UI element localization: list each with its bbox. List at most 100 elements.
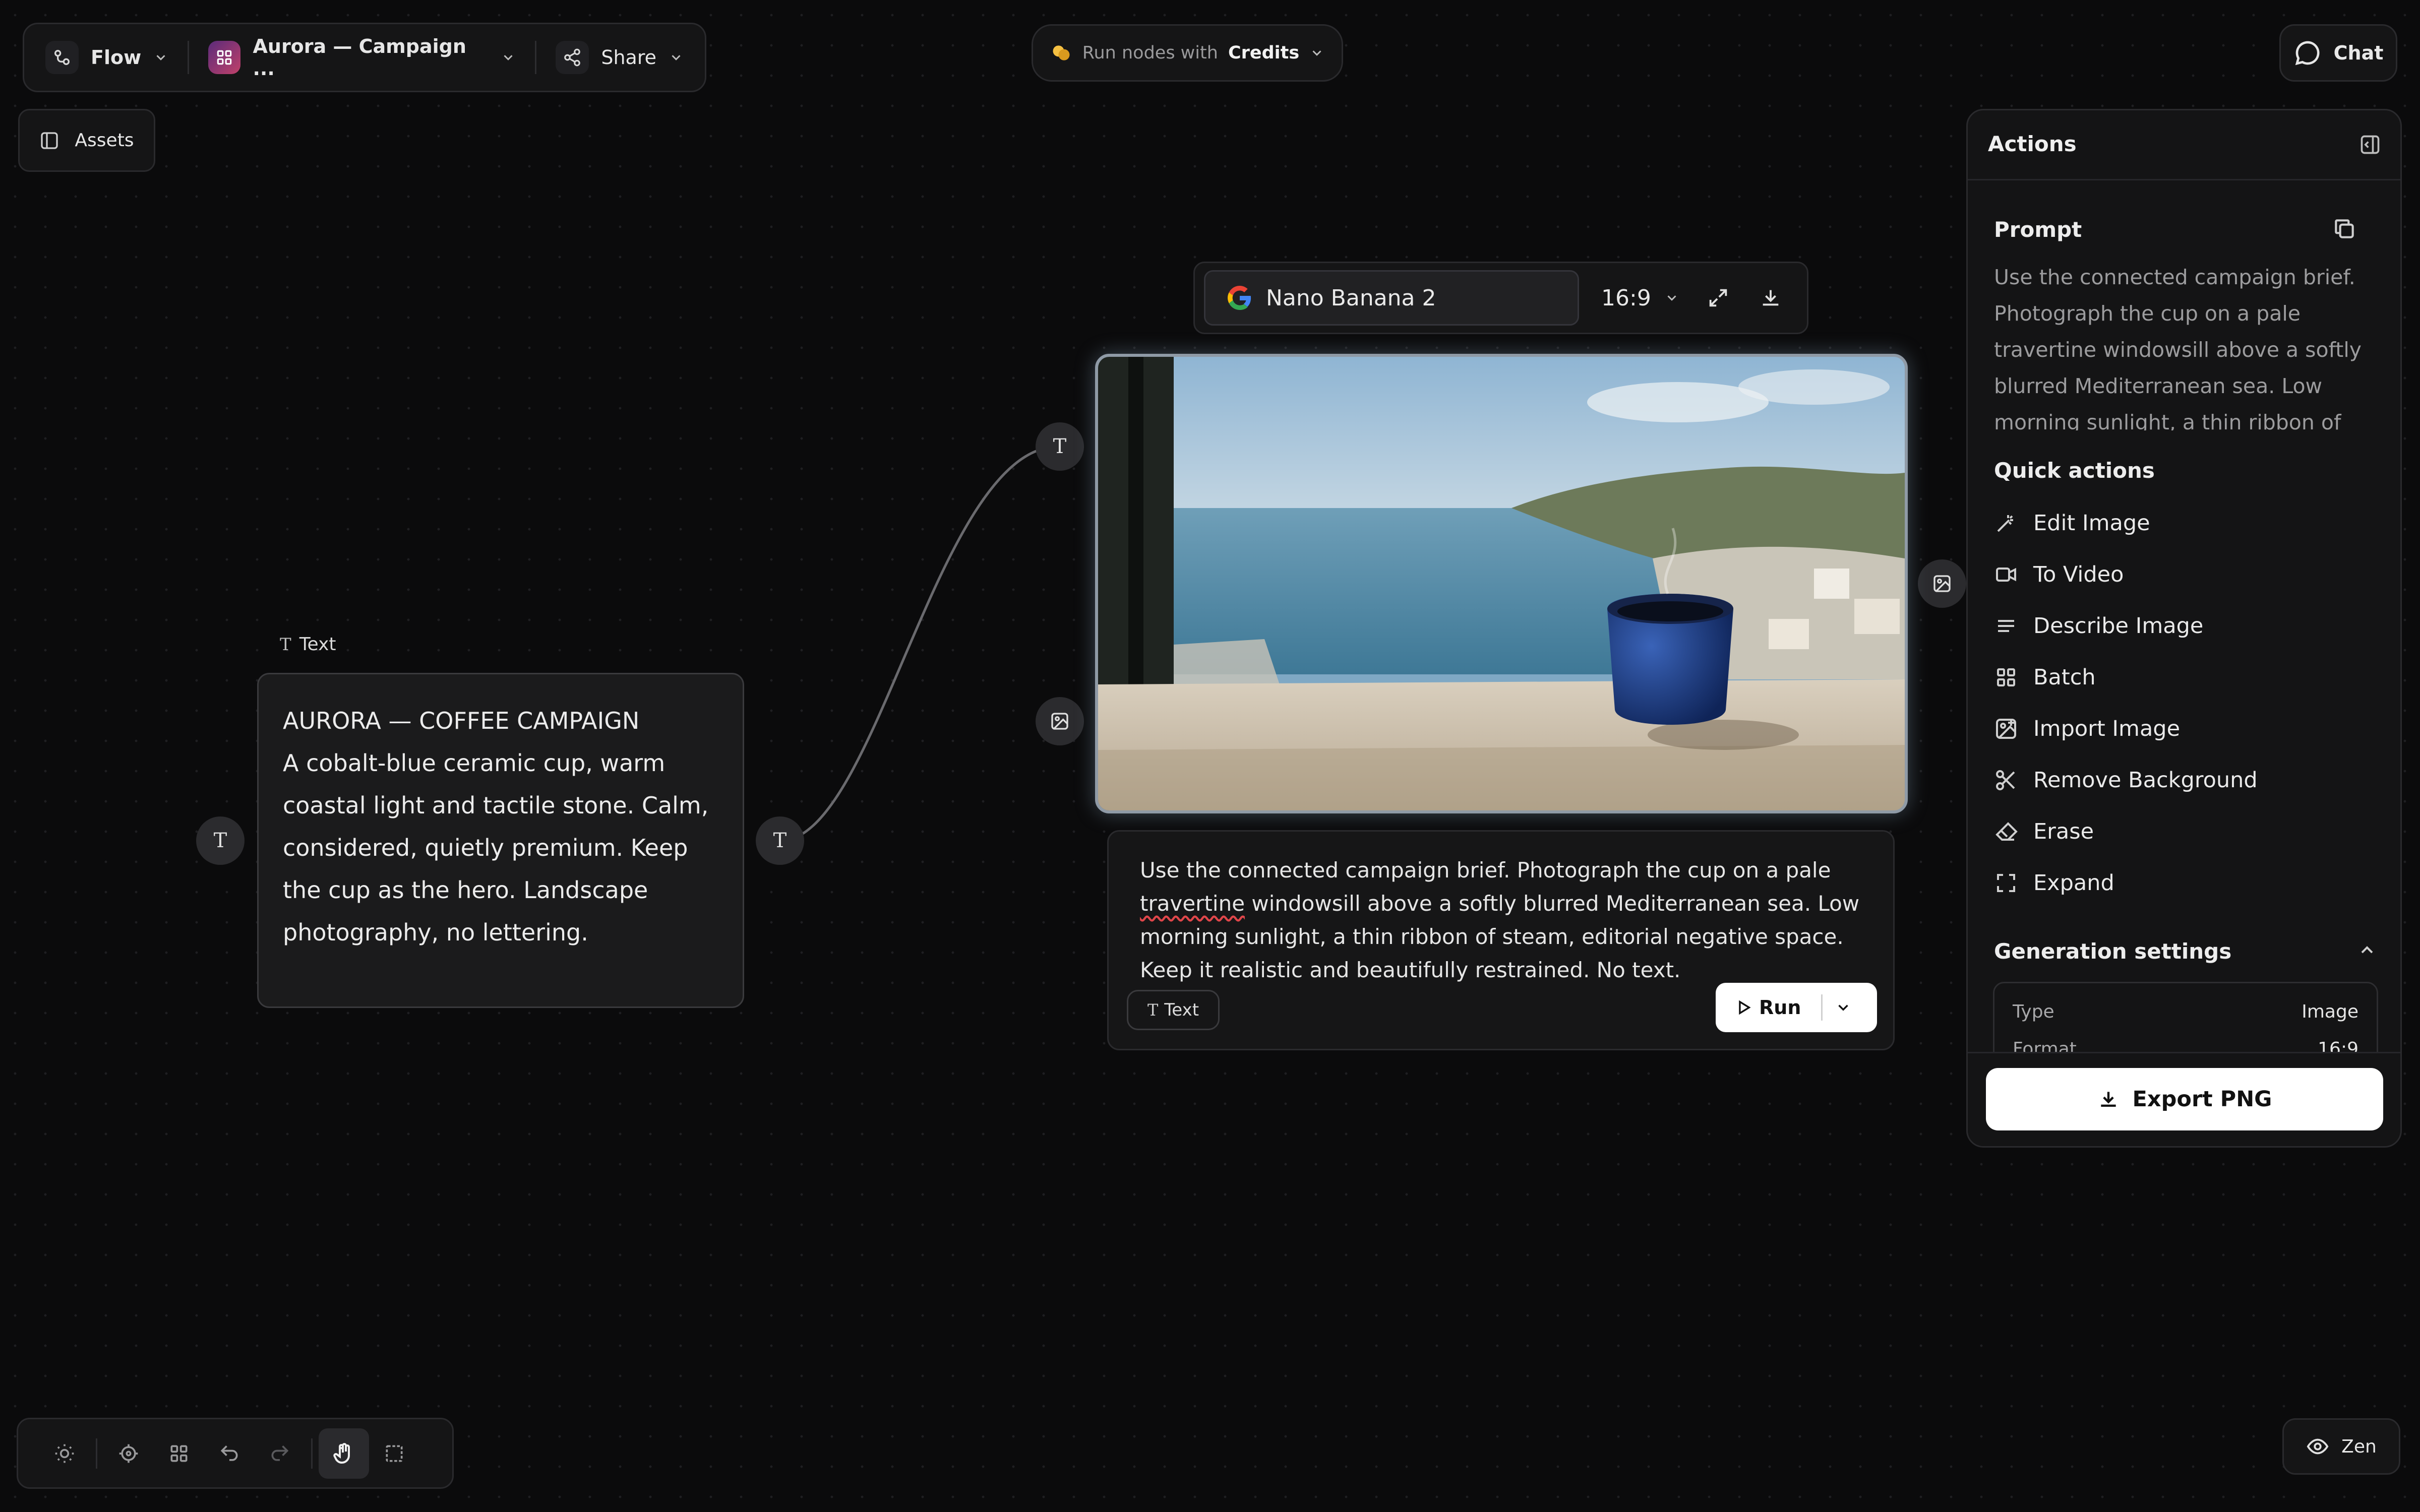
quick-action-label: Batch bbox=[2033, 665, 2096, 690]
model-name: Nano Banana 2 bbox=[1266, 285, 1436, 311]
text-output-handle[interactable]: T bbox=[756, 816, 804, 865]
export-png-button[interactable]: Export PNG bbox=[1986, 1068, 2383, 1130]
assets-label: Assets bbox=[75, 130, 134, 151]
share-label: Share bbox=[601, 46, 656, 69]
setting-type-key: Type bbox=[2013, 1001, 2054, 1022]
pan-tool-button[interactable] bbox=[319, 1428, 369, 1479]
toolbar-divider bbox=[188, 41, 190, 74]
actions-panel: Actions Prompt Use the connected campaig… bbox=[1966, 109, 2402, 1148]
text-type-icon: T bbox=[1053, 435, 1067, 458]
text-type-icon: T bbox=[280, 634, 291, 655]
run-button[interactable]: Run bbox=[1716, 983, 1877, 1032]
zen-label: Zen bbox=[2341, 1436, 2377, 1457]
quick-action-remove-background[interactable]: Remove Background bbox=[1994, 755, 2258, 805]
quick-action-erase[interactable]: Erase bbox=[1994, 806, 2094, 857]
quick-action-batch[interactable]: Batch bbox=[1994, 652, 2096, 703]
text-lines-icon bbox=[1994, 614, 2018, 638]
quick-action-label: Import Image bbox=[2033, 716, 2181, 741]
undo-button[interactable] bbox=[204, 1428, 255, 1479]
run-credits-prefix: Run nodes with bbox=[1082, 43, 1218, 63]
setting-type-value: Image bbox=[2302, 1001, 2358, 1022]
google-logo-icon bbox=[1228, 286, 1252, 310]
spellcheck-flagged-word: travertine bbox=[1140, 891, 1245, 916]
text-node-label: Text bbox=[299, 634, 336, 655]
aspect-ratio-value: 16:9 bbox=[1601, 285, 1651, 311]
quick-action-label: Edit Image bbox=[2033, 511, 2150, 536]
quick-action-label: Erase bbox=[2033, 819, 2094, 844]
bottom-toolbar bbox=[17, 1418, 454, 1489]
model-selector[interactable]: Nano Banana 2 bbox=[1204, 270, 1579, 326]
text-input-handle[interactable]: T bbox=[196, 816, 245, 865]
hand-icon bbox=[332, 1441, 356, 1466]
input-type-chip[interactable]: T Text bbox=[1127, 990, 1220, 1030]
eraser-icon bbox=[1994, 820, 2018, 844]
image-icon bbox=[1050, 711, 1070, 731]
image-node-text-input-handle[interactable]: T bbox=[1036, 422, 1084, 471]
grid-button[interactable] bbox=[154, 1428, 204, 1479]
flow-menu-button[interactable]: Flow bbox=[36, 32, 177, 83]
chevron-down-icon bbox=[669, 50, 684, 65]
crosshair-icon bbox=[117, 1442, 140, 1465]
text-node-card[interactable]: AURORA — COFFEE CAMPAIGN A cobalt-blue c… bbox=[257, 673, 744, 1008]
play-icon bbox=[1735, 999, 1752, 1016]
quick-action-import-image[interactable]: Import Image bbox=[1994, 704, 2180, 754]
image-node-image-input-handle[interactable] bbox=[1036, 697, 1084, 745]
image-plus-icon bbox=[1994, 717, 2018, 741]
image-node-prompt-card[interactable]: Use the connected campaign brief. Photog… bbox=[1107, 830, 1895, 1050]
run-button-divider bbox=[1821, 994, 1823, 1021]
sidebar-panel-icon bbox=[39, 131, 59, 151]
generated-image-illustration bbox=[1098, 357, 1905, 810]
project-name: Aurora — Campaign ... bbox=[253, 35, 466, 80]
zen-mode-button[interactable]: Zen bbox=[2282, 1418, 2400, 1475]
collapse-panel-icon[interactable] bbox=[2359, 134, 2381, 156]
run-credits-value: Credits bbox=[1228, 43, 1300, 63]
share-icon bbox=[556, 41, 589, 74]
quick-action-edit-image[interactable]: Edit Image bbox=[1994, 498, 2150, 548]
download-icon[interactable] bbox=[1759, 286, 1782, 309]
run-credits-selector[interactable]: Run nodes with Credits bbox=[1032, 24, 1343, 82]
quick-action-to-video[interactable]: To Video bbox=[1994, 549, 2124, 600]
toolbar-divider bbox=[535, 41, 537, 74]
focus-button[interactable] bbox=[103, 1428, 154, 1479]
prompt-heading: Prompt bbox=[1994, 217, 2082, 242]
select-tool-button[interactable] bbox=[369, 1428, 419, 1479]
redo-button[interactable] bbox=[255, 1428, 305, 1479]
share-button[interactable]: Share bbox=[547, 32, 693, 83]
quick-action-label: Remove Background bbox=[2033, 768, 2258, 793]
text-node-header: T Text bbox=[280, 634, 336, 655]
text-node-body: A cobalt-blue ceramic cup, warm coastal … bbox=[283, 749, 709, 946]
quick-action-label: Expand bbox=[2033, 870, 2114, 896]
quick-action-describe-image[interactable]: Describe Image bbox=[1994, 601, 2203, 651]
generation-settings-heading: Generation settings bbox=[1994, 939, 2232, 964]
chevron-down-icon bbox=[153, 50, 168, 65]
quick-action-expand[interactable]: Expand bbox=[1994, 858, 2114, 908]
generated-image[interactable] bbox=[1095, 354, 1908, 813]
theme-toggle-button[interactable] bbox=[39, 1428, 90, 1479]
download-icon bbox=[2097, 1088, 2120, 1110]
prompt-textarea[interactable]: Use the connected campaign brief. Photog… bbox=[1140, 854, 1866, 987]
chat-button[interactable]: Chat bbox=[2279, 24, 2397, 82]
flow-icon bbox=[45, 41, 79, 74]
project-menu-button[interactable]: Aurora — Campaign ... bbox=[199, 32, 525, 83]
quick-action-label: To Video bbox=[2033, 562, 2124, 587]
chevron-down-icon bbox=[1664, 290, 1679, 305]
scissors-icon bbox=[1994, 768, 2018, 792]
grid-icon bbox=[1994, 665, 2018, 689]
project-grid-icon bbox=[208, 41, 241, 74]
text-type-icon: T bbox=[773, 829, 787, 852]
run-options-chevron-icon[interactable] bbox=[1835, 999, 1852, 1016]
marquee-select-icon bbox=[383, 1442, 405, 1465]
fullscreen-icon[interactable] bbox=[1707, 286, 1730, 309]
text-node-title: AURORA — COFFEE CAMPAIGN bbox=[283, 707, 640, 734]
toolbar-divider bbox=[311, 1438, 313, 1469]
aspect-ratio-selector[interactable]: 16:9 bbox=[1601, 285, 1679, 311]
image-icon bbox=[1932, 574, 1952, 594]
grid-icon bbox=[168, 1442, 190, 1465]
top-toolbar: Flow Aurora — Campaign ... Share bbox=[23, 23, 706, 92]
chevron-down-icon bbox=[1309, 45, 1324, 60]
image-node-output-handle[interactable] bbox=[1918, 559, 1966, 608]
copy-icon[interactable] bbox=[2332, 216, 2357, 241]
chevron-up-icon[interactable] bbox=[2357, 940, 2377, 960]
assets-button[interactable]: Assets bbox=[18, 109, 155, 172]
text-type-icon: T bbox=[1147, 1000, 1159, 1020]
